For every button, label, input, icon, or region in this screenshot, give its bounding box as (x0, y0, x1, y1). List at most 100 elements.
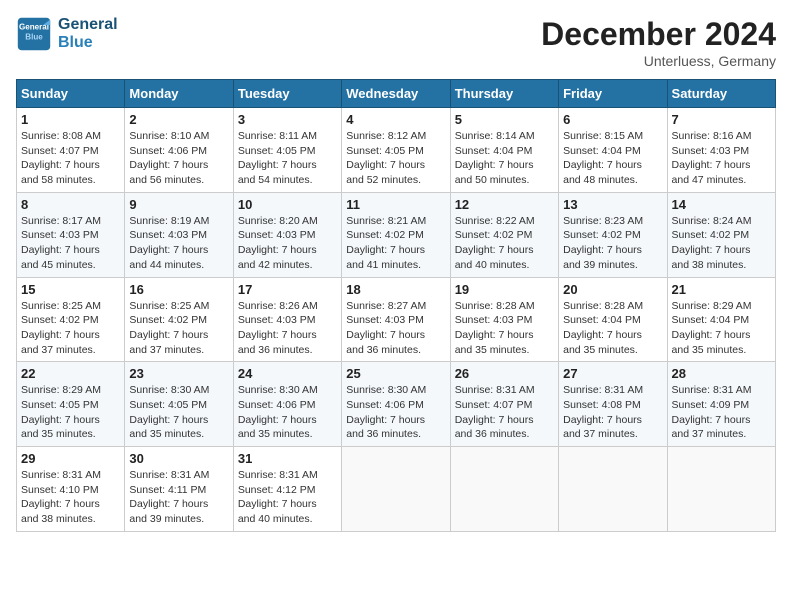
day-info: Sunrise: 8:30 AM Sunset: 4:05 PM Dayligh… (129, 383, 228, 442)
calendar-cell (342, 447, 450, 532)
calendar-table: SundayMondayTuesdayWednesdayThursdayFrid… (16, 79, 776, 532)
calendar-cell: 23 Sunrise: 8:30 AM Sunset: 4:05 PM Dayli… (125, 362, 233, 447)
day-info: Sunrise: 8:11 AM Sunset: 4:05 PM Dayligh… (238, 129, 337, 188)
day-number: 14 (672, 197, 771, 212)
day-info: Sunrise: 8:17 AM Sunset: 4:03 PM Dayligh… (21, 214, 120, 273)
day-info: Sunrise: 8:19 AM Sunset: 4:03 PM Dayligh… (129, 214, 228, 273)
title-block: December 2024 Unterluess, Germany (541, 16, 776, 69)
day-info: Sunrise: 8:29 AM Sunset: 4:05 PM Dayligh… (21, 383, 120, 442)
day-number: 27 (563, 366, 662, 381)
day-number: 20 (563, 282, 662, 297)
day-number: 21 (672, 282, 771, 297)
day-info: Sunrise: 8:28 AM Sunset: 4:04 PM Dayligh… (563, 299, 662, 358)
day-info: Sunrise: 8:29 AM Sunset: 4:04 PM Dayligh… (672, 299, 771, 358)
day-number: 28 (672, 366, 771, 381)
calendar-cell: 9 Sunrise: 8:19 AM Sunset: 4:03 PM Daylig… (125, 192, 233, 277)
day-info: Sunrise: 8:26 AM Sunset: 4:03 PM Dayligh… (238, 299, 337, 358)
calendar-cell: 27 Sunrise: 8:31 AM Sunset: 4:08 PM Dayli… (559, 362, 667, 447)
calendar-cell: 7 Sunrise: 8:16 AM Sunset: 4:03 PM Daylig… (667, 108, 775, 193)
day-number: 25 (346, 366, 445, 381)
dow-header-wednesday: Wednesday (342, 80, 450, 108)
day-info: Sunrise: 8:28 AM Sunset: 4:03 PM Dayligh… (455, 299, 554, 358)
calendar-cell: 30Sunrise: 8:31 AM Sunset: 4:11 PM Dayli… (125, 447, 233, 532)
calendar-cell (450, 447, 558, 532)
calendar-cell: 1 Sunrise: 8:08 AM Sunset: 4:07 PM Daylig… (17, 108, 125, 193)
calendar-cell: 28 Sunrise: 8:31 AM Sunset: 4:09 PM Dayli… (667, 362, 775, 447)
day-info: Sunrise: 8:08 AM Sunset: 4:07 PM Dayligh… (21, 129, 120, 188)
calendar-cell: 16 Sunrise: 8:25 AM Sunset: 4:02 PM Dayli… (125, 277, 233, 362)
day-info: Sunrise: 8:14 AM Sunset: 4:04 PM Dayligh… (455, 129, 554, 188)
month-title: December 2024 (541, 16, 776, 53)
logo-text: General Blue (58, 16, 118, 52)
calendar-cell (667, 447, 775, 532)
dow-header-friday: Friday (559, 80, 667, 108)
day-info: Sunrise: 8:30 AM Sunset: 4:06 PM Dayligh… (238, 383, 337, 442)
calendar-cell (559, 447, 667, 532)
day-number: 29 (21, 451, 120, 466)
day-number: 7 (672, 112, 771, 127)
day-number: 11 (346, 197, 445, 212)
page-header: General Blue General Blue December 2024 … (16, 16, 776, 69)
calendar-cell: 2 Sunrise: 8:10 AM Sunset: 4:06 PM Daylig… (125, 108, 233, 193)
day-number: 9 (129, 197, 228, 212)
day-info: Sunrise: 8:10 AM Sunset: 4:06 PM Dayligh… (129, 129, 228, 188)
svg-text:Blue: Blue (25, 32, 43, 41)
day-number: 23 (129, 366, 228, 381)
day-number: 1 (21, 112, 120, 127)
day-number: 2 (129, 112, 228, 127)
calendar-cell: 15 Sunrise: 8:25 AM Sunset: 4:02 PM Dayli… (17, 277, 125, 362)
day-number: 4 (346, 112, 445, 127)
calendar-cell: 10Sunrise: 8:20 AM Sunset: 4:03 PM Dayli… (233, 192, 341, 277)
day-number: 26 (455, 366, 554, 381)
calendar-cell: 6 Sunrise: 8:15 AM Sunset: 4:04 PM Daylig… (559, 108, 667, 193)
day-info: Sunrise: 8:15 AM Sunset: 4:04 PM Dayligh… (563, 129, 662, 188)
logo: General Blue General Blue (16, 16, 118, 52)
day-info: Sunrise: 8:31 AM Sunset: 4:08 PM Dayligh… (563, 383, 662, 442)
calendar-cell: 22Sunrise: 8:29 AM Sunset: 4:05 PM Dayli… (17, 362, 125, 447)
calendar-cell: 31 Sunrise: 8:31 AM Sunset: 4:12 PM Dayli… (233, 447, 341, 532)
day-number: 13 (563, 197, 662, 212)
day-number: 17 (238, 282, 337, 297)
day-info: Sunrise: 8:16 AM Sunset: 4:03 PM Dayligh… (672, 129, 771, 188)
day-info: Sunrise: 8:25 AM Sunset: 4:02 PM Dayligh… (129, 299, 228, 358)
calendar-cell: 26 Sunrise: 8:31 AM Sunset: 4:07 PM Dayli… (450, 362, 558, 447)
day-number: 24 (238, 366, 337, 381)
day-number: 3 (238, 112, 337, 127)
day-number: 12 (455, 197, 554, 212)
day-info: Sunrise: 8:12 AM Sunset: 4:05 PM Dayligh… (346, 129, 445, 188)
calendar-cell: 12 Sunrise: 8:22 AM Sunset: 4:02 PM Dayli… (450, 192, 558, 277)
day-number: 6 (563, 112, 662, 127)
day-info: Sunrise: 8:27 AM Sunset: 4:03 PM Dayligh… (346, 299, 445, 358)
day-info: Sunrise: 8:25 AM Sunset: 4:02 PM Dayligh… (21, 299, 120, 358)
calendar-cell: 18 Sunrise: 8:27 AM Sunset: 4:03 PM Dayli… (342, 277, 450, 362)
calendar-cell: 24 Sunrise: 8:30 AM Sunset: 4:06 PM Dayli… (233, 362, 341, 447)
day-info: Sunrise: 8:20 AM Sunset: 4:03 PM Dayligh… (238, 214, 337, 273)
calendar-cell: 21 Sunrise: 8:29 AM Sunset: 4:04 PM Dayli… (667, 277, 775, 362)
dow-header-monday: Monday (125, 80, 233, 108)
day-number: 16 (129, 282, 228, 297)
day-number: 19 (455, 282, 554, 297)
calendar-cell: 20 Sunrise: 8:28 AM Sunset: 4:04 PM Dayli… (559, 277, 667, 362)
calendar-cell: 13Sunrise: 8:23 AM Sunset: 4:02 PM Dayli… (559, 192, 667, 277)
dow-header-sunday: Sunday (17, 80, 125, 108)
calendar-cell: 3 Sunrise: 8:11 AM Sunset: 4:05 PM Daylig… (233, 108, 341, 193)
calendar-cell: 4 Sunrise: 8:12 AM Sunset: 4:05 PM Daylig… (342, 108, 450, 193)
day-info: Sunrise: 8:22 AM Sunset: 4:02 PM Dayligh… (455, 214, 554, 273)
day-number: 18 (346, 282, 445, 297)
calendar-cell: 5Sunrise: 8:14 AM Sunset: 4:04 PM Daylig… (450, 108, 558, 193)
day-info: Sunrise: 8:31 AM Sunset: 4:09 PM Dayligh… (672, 383, 771, 442)
location-subtitle: Unterluess, Germany (541, 53, 776, 69)
day-info: Sunrise: 8:31 AM Sunset: 4:12 PM Dayligh… (238, 468, 337, 527)
dow-header-thursday: Thursday (450, 80, 558, 108)
calendar-cell: 8Sunrise: 8:17 AM Sunset: 4:03 PM Daylig… (17, 192, 125, 277)
day-info: Sunrise: 8:24 AM Sunset: 4:02 PM Dayligh… (672, 214, 771, 273)
dow-header-tuesday: Tuesday (233, 80, 341, 108)
calendar-cell: 19 Sunrise: 8:28 AM Sunset: 4:03 PM Dayli… (450, 277, 558, 362)
calendar-cell: 25Sunrise: 8:30 AM Sunset: 4:06 PM Dayli… (342, 362, 450, 447)
day-info: Sunrise: 8:31 AM Sunset: 4:11 PM Dayligh… (129, 468, 228, 527)
day-info: Sunrise: 8:31 AM Sunset: 4:07 PM Dayligh… (455, 383, 554, 442)
day-info: Sunrise: 8:31 AM Sunset: 4:10 PM Dayligh… (21, 468, 120, 527)
day-number: 31 (238, 451, 337, 466)
day-number: 15 (21, 282, 120, 297)
calendar-cell: 14 Sunrise: 8:24 AM Sunset: 4:02 PM Dayli… (667, 192, 775, 277)
